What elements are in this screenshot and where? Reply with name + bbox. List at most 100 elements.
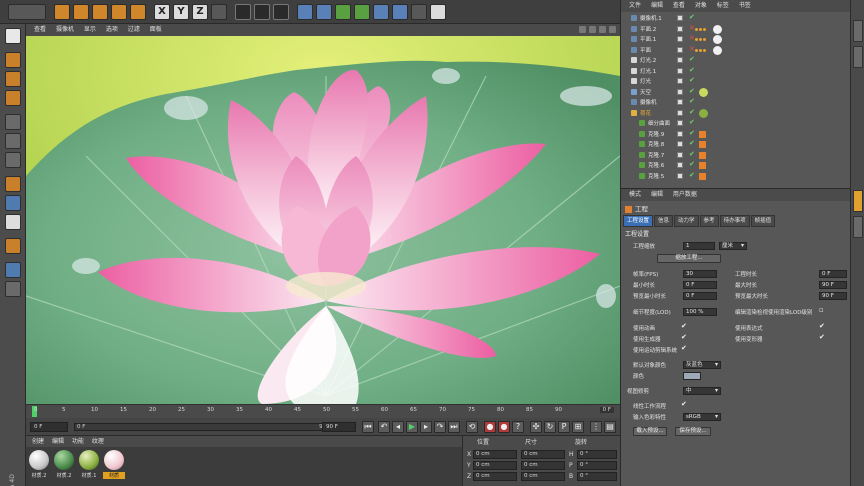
preview-range-slider[interactable]: 0 F 90 F (74, 423, 336, 431)
visibility-toggle[interactable] (677, 15, 683, 21)
texture-tag-icon[interactable] (713, 45, 722, 55)
view-clip-dropdown[interactable]: 中 (683, 387, 721, 395)
lod-field[interactable]: 100 % (683, 308, 717, 316)
render-view-icon[interactable] (235, 4, 251, 20)
keyframe-selection-icon[interactable]: ? (512, 421, 524, 433)
object-row[interactable]: 平面 ✕ (621, 45, 851, 56)
tab-project-settings[interactable]: 工程设置 (623, 215, 654, 227)
use-motion-system-checkbox[interactable]: ✔ (681, 344, 687, 352)
live-select-icon[interactable] (54, 4, 70, 20)
enabled-toggle[interactable]: ✔ (689, 13, 695, 21)
max-frame-field[interactable]: 90 F (322, 422, 356, 432)
workplane-icon[interactable] (5, 262, 21, 278)
visibility-toggle[interactable] (677, 109, 683, 116)
object-menu-view[interactable]: 查看 (673, 0, 685, 12)
enabled-toggle[interactable]: ✔ (689, 171, 695, 179)
visibility-toggle[interactable] (677, 25, 683, 32)
enabled-toggle[interactable]: ✔ (689, 66, 695, 74)
coordinate-system-icon[interactable] (211, 4, 227, 20)
tab-info[interactable]: 信息 (654, 215, 674, 227)
viewport-menu-view[interactable]: 查看 (34, 24, 46, 36)
rotation-b-field[interactable]: 0 ° (577, 472, 617, 481)
deformer-icon[interactable] (373, 4, 389, 20)
current-frame-field[interactable]: 0 F (30, 422, 68, 432)
go-to-end-icon[interactable]: ⏭ (448, 421, 460, 433)
visibility-toggle[interactable] (677, 67, 683, 74)
timeline-ruler[interactable]: 0 5 10 15 20 25 30 35 40 45 50 55 60 65 … (26, 404, 620, 418)
object-menu-tags[interactable]: 标签 (717, 0, 729, 12)
autokey-icon[interactable]: ● (498, 421, 510, 433)
points-mode-icon[interactable] (5, 114, 21, 130)
phong-tag-icon[interactable] (699, 130, 706, 138)
attr-menu-mode[interactable]: 模式 (629, 189, 641, 201)
visibility-toggle[interactable] (677, 172, 683, 179)
fps-field[interactable]: 30 (683, 270, 717, 278)
polygons-mode-icon[interactable] (5, 152, 21, 168)
material-tag-icon[interactable] (699, 108, 708, 118)
position-x-field[interactable]: 0 cm (473, 450, 517, 459)
enabled-toggle[interactable]: ✕ (689, 34, 695, 42)
use-animation-checkbox[interactable]: ✔ (681, 322, 687, 330)
record-icon[interactable]: ● (484, 421, 496, 433)
enabled-toggle[interactable]: ✔ (689, 55, 695, 63)
key-param-icon[interactable]: ⊞ (572, 421, 584, 433)
tab-objects[interactable] (853, 20, 863, 42)
key-rotation-icon[interactable]: ↻ (544, 421, 556, 433)
key-scale-icon[interactable]: P (558, 421, 570, 433)
preview-max-field[interactable]: 90 F (819, 292, 847, 300)
viewport-menu-camera[interactable]: 摄像机 (56, 24, 74, 36)
position-z-field[interactable]: 0 cm (473, 472, 517, 481)
material-swatch[interactable]: 材质.2 (28, 450, 50, 480)
visibility-toggle[interactable] (677, 78, 683, 84)
object-row[interactable]: 灯光.1 ✔ (621, 66, 851, 77)
object-row[interactable]: 荷花 ✔ (621, 108, 851, 119)
attr-menu-edit[interactable]: 编辑 (651, 189, 663, 201)
camera-icon[interactable] (411, 4, 427, 20)
enabled-toggle[interactable]: ✔ (689, 97, 695, 105)
material-menu-create[interactable]: 创建 (32, 436, 44, 447)
object-row[interactable]: 细分曲面 ✔ (621, 118, 851, 129)
enabled-toggle[interactable]: ✕ (689, 45, 695, 53)
object-row[interactable]: 克隆.9 ✔ (621, 129, 851, 140)
object-row[interactable]: 灯光 ✔ (621, 76, 851, 87)
visibility-toggle[interactable] (677, 162, 683, 168)
object-row[interactable]: 克隆.6 ✔ (621, 160, 851, 171)
light-icon[interactable] (430, 4, 446, 20)
locked-workplane-icon[interactable] (5, 281, 21, 297)
enabled-toggle[interactable]: ✔ (689, 118, 695, 126)
material-tag-icon[interactable] (699, 87, 708, 97)
tab-todo[interactable]: 待办事项 (719, 215, 750, 227)
material-menu-edit[interactable]: 编辑 (52, 436, 64, 447)
recent-tools-icon[interactable] (130, 4, 146, 20)
key-pla-icon[interactable]: ⋮ (590, 421, 602, 433)
viewport-menu-panel[interactable]: 面板 (150, 24, 162, 36)
texture-tag-icon[interactable] (713, 24, 722, 34)
visibility-toggle[interactable] (677, 99, 683, 105)
size-x-field[interactable]: 0 cm (521, 450, 565, 459)
tab-dynamics[interactable]: 动力学 (674, 215, 699, 227)
cube-primitive-icon[interactable] (297, 4, 313, 20)
texture-mode-icon[interactable] (5, 71, 21, 87)
enabled-toggle[interactable]: ✔ (689, 150, 695, 158)
viewport-menu-filter[interactable]: 过滤 (128, 24, 140, 36)
save-preset-button[interactable]: 保存预设... (675, 427, 711, 436)
use-expressions-checkbox[interactable]: ✔ (819, 322, 825, 330)
material-tags[interactable] (695, 36, 707, 42)
floor-icon[interactable] (392, 4, 408, 20)
project-scale-field[interactable]: 1 (683, 242, 715, 250)
axis-z-lock-button[interactable]: Z (192, 4, 208, 20)
next-frame-icon[interactable]: ▸ (420, 421, 432, 433)
phong-tag-icon[interactable] (699, 172, 706, 180)
object-row[interactable]: 平面.2 ✕ (621, 24, 851, 35)
3d-viewport[interactable] (26, 36, 620, 404)
object-row[interactable]: 天空 ✔ (621, 87, 851, 98)
use-generators-checkbox[interactable]: ✔ (681, 333, 687, 341)
make-editable-icon[interactable] (5, 28, 21, 44)
go-to-start-icon[interactable]: ⏮ (362, 421, 374, 433)
object-row[interactable]: 平面.1 ✕ (621, 34, 851, 45)
tweak-mode-icon[interactable] (5, 195, 21, 211)
play-icon[interactable]: ▶ (406, 421, 418, 433)
rotation-p-field[interactable]: 0 ° (577, 461, 617, 470)
scale-project-button[interactable]: 缩放工程... (657, 254, 721, 263)
enabled-toggle[interactable]: ✔ (689, 129, 695, 137)
